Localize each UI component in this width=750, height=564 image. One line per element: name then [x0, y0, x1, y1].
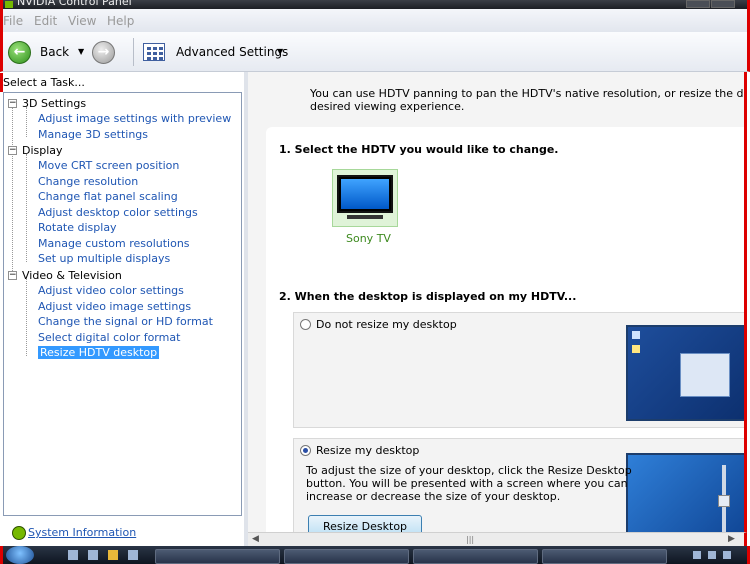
start-orb-icon[interactable]: [6, 546, 34, 564]
tv-name[interactable]: Sony TV: [346, 232, 391, 245]
menu-edit[interactable]: Edit: [34, 14, 57, 28]
option-resize-label[interactable]: Resize my desktop: [316, 444, 419, 457]
taskbar-button[interactable]: [284, 549, 409, 564]
tree-item[interactable]: Rotate display: [38, 221, 117, 234]
menu-help[interactable]: Help: [107, 14, 134, 28]
tree-item[interactable]: Adjust desktop color settings: [38, 206, 198, 219]
advanced-dropdown-icon[interactable]: ▼: [277, 47, 283, 56]
no-resize-preview-image: [626, 325, 744, 421]
back-button[interactable]: ←: [8, 41, 31, 64]
tv-stand: [347, 215, 383, 219]
taskbar-button[interactable]: [542, 549, 667, 564]
quicklaunch-icon[interactable]: [88, 550, 98, 560]
maximize-button[interactable]: [711, 0, 735, 8]
scroll-left-icon[interactable]: ◀: [252, 534, 259, 544]
tree-category-video-television[interactable]: Video & Television: [22, 269, 122, 282]
description-line: To adjust the size of your desktop, clic…: [306, 464, 632, 477]
intro-line: You can use HDTV panning to pan the HDTV…: [310, 87, 744, 100]
intro-line: desired viewing experience.: [310, 100, 465, 113]
task-pane-title: Select a Task...: [3, 76, 85, 89]
tray-icon[interactable]: [723, 551, 731, 559]
minimize-button[interactable]: [686, 0, 710, 8]
advanced-settings-button[interactable]: Advanced Settings: [176, 45, 288, 59]
taskbar-button[interactable]: [413, 549, 538, 564]
tree-item-selected[interactable]: Resize HDTV desktop: [38, 346, 160, 359]
step2-heading: 2. When the desktop is displayed on my H…: [279, 290, 577, 303]
tree-item[interactable]: Adjust image settings with preview: [38, 112, 231, 125]
tree-line: [12, 107, 13, 277]
system-information: System Information: [3, 520, 242, 544]
option-no-resize-label[interactable]: Do not resize my desktop: [316, 318, 457, 331]
tree-item[interactable]: Change the signal or HD format: [38, 315, 213, 328]
menu-view[interactable]: View: [68, 14, 96, 28]
scroll-grip-icon[interactable]: |||: [466, 535, 474, 544]
option-no-resize: Do not resize my desktop: [293, 312, 744, 428]
tree-item[interactable]: Change flat panel scaling: [38, 190, 178, 203]
taskbar-button[interactable]: [155, 549, 280, 564]
tree-category-3d-settings[interactable]: 3D Settings: [22, 97, 86, 110]
tree-item[interactable]: Change resolution: [38, 175, 138, 188]
tree-line: [26, 154, 27, 262]
task-tree: − 3D Settings Adjust image settings with…: [3, 92, 242, 516]
resize-description: To adjust the size of your desktop, clic…: [306, 464, 632, 503]
menu-bar: File Edit View Help: [0, 9, 750, 32]
forward-arrow-icon: →: [97, 44, 110, 60]
nvidia-icon: [5, 1, 13, 8]
window-title: NVIDIA Control Panel: [17, 0, 132, 8]
task-pane-header: Select a Task...: [0, 73, 244, 92]
toolbar: ← Back ▼ → Advanced Settings ▼: [0, 32, 750, 72]
radio-resize[interactable]: [300, 445, 311, 456]
advanced-settings-icon[interactable]: [143, 43, 165, 61]
title-bar: NVIDIA Control Panel: [0, 0, 750, 9]
taskbar: [0, 546, 750, 564]
radio-no-resize[interactable]: [300, 319, 311, 330]
system-info-icon: [12, 526, 26, 540]
back-arrow-icon: ←: [13, 44, 26, 60]
quicklaunch-icon[interactable]: [128, 550, 138, 560]
menu-file[interactable]: File: [3, 14, 23, 28]
tree-item[interactable]: Move CRT screen position: [38, 159, 179, 172]
tree-item[interactable]: Adjust video color settings: [38, 284, 184, 297]
expander-video-television[interactable]: −: [8, 271, 17, 280]
tree-line: [26, 107, 27, 137]
description-line: increase or decrease the size of your de…: [306, 490, 561, 503]
tree-item[interactable]: Set up multiple displays: [38, 252, 170, 265]
intro-text: You can use HDTV panning to pan the HDTV…: [310, 87, 744, 113]
resize-preview-image: [626, 453, 744, 532]
expander-3d-settings[interactable]: −: [8, 99, 17, 108]
description-line: button. You will be presented with a scr…: [306, 477, 628, 490]
tree-item[interactable]: Select digital color format: [38, 331, 180, 344]
tray-icon[interactable]: [708, 551, 716, 559]
scroll-right-icon[interactable]: ▶: [728, 534, 735, 544]
back-label[interactable]: Back: [40, 45, 69, 59]
resize-desktop-button[interactable]: Resize Desktop: [308, 515, 422, 532]
hdtv-selector[interactable]: [332, 169, 398, 227]
forward-button[interactable]: →: [92, 41, 115, 64]
content-pane: You can use HDTV panning to pan the HDTV…: [248, 72, 747, 532]
tree-line: [26, 279, 27, 356]
tree-item[interactable]: Manage 3D settings: [38, 128, 148, 141]
tree-item[interactable]: Adjust video image settings: [38, 300, 191, 313]
tray-icon[interactable]: [693, 551, 701, 559]
toolbar-separator: [133, 38, 134, 66]
back-dropdown-icon[interactable]: ▼: [78, 47, 84, 56]
horizontal-scrollbar[interactable]: ◀ ||| ▶: [248, 532, 747, 546]
quicklaunch-icon[interactable]: [108, 550, 118, 560]
tree-item[interactable]: Manage custom resolutions: [38, 237, 190, 250]
system-information-link[interactable]: System Information: [28, 526, 136, 539]
tree-category-display[interactable]: Display: [22, 144, 63, 157]
quicklaunch-icon[interactable]: [68, 550, 78, 560]
expander-display[interactable]: −: [8, 146, 17, 155]
step1-heading: 1. Select the HDTV you would like to cha…: [279, 143, 559, 156]
tv-icon: [337, 175, 393, 213]
